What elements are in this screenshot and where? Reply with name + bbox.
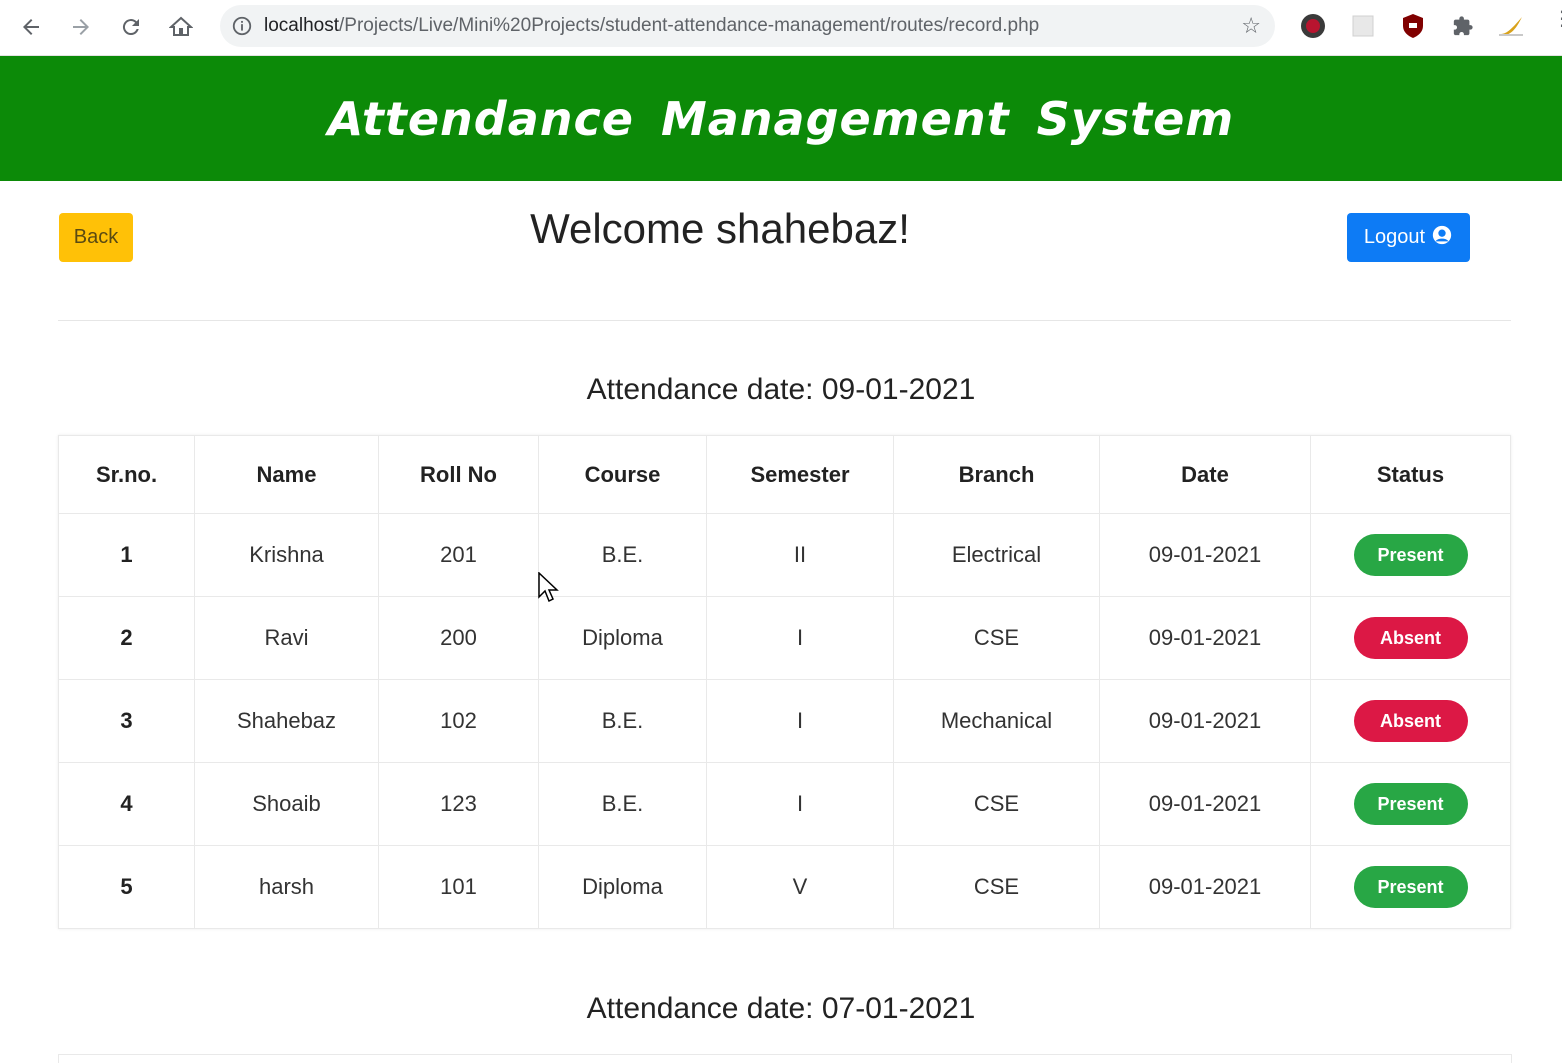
column-header: Semester: [706, 435, 894, 514]
branch-cell: CSE: [893, 762, 1100, 846]
address-bar[interactable]: localhost/Projects/Live/Mini%20Projects/…: [220, 5, 1275, 47]
roll-cell: 201: [378, 513, 539, 597]
status-badge: Absent: [1353, 617, 1468, 659]
table-row: 1 Krishna 201 B.E. II Electrical 09-01-2…: [58, 513, 1511, 597]
table-row: 4 Shoaib 123 B.E. I CSE 09-01-2021 Prese…: [58, 762, 1511, 846]
date-cell: 09-01-2021: [1099, 679, 1311, 763]
semester-cell: V: [706, 845, 894, 929]
name-cell: harsh: [194, 845, 379, 929]
welcome-heading: Welcome shahebaz!: [530, 205, 910, 252]
course-cell: Diploma: [538, 845, 707, 929]
roll-cell: 200: [378, 596, 539, 680]
table-row: 5 harsh 101 Diploma V CSE 09-01-2021 Pre…: [58, 845, 1511, 929]
sr-cell: 4: [58, 762, 195, 846]
info-icon[interactable]: [220, 15, 264, 37]
logout-button[interactable]: Logout: [1347, 213, 1470, 262]
roll-cell: 102: [378, 679, 539, 763]
column-header: Date: [1099, 435, 1311, 514]
logout-label: Logout: [1363, 226, 1426, 248]
browser-toolbar: localhost/Projects/Live/Mini%20Projects/…: [0, 0, 1562, 56]
semester-cell: I: [706, 596, 894, 680]
column-header: Roll No: [378, 435, 539, 514]
status-cell: Absent: [1310, 596, 1511, 680]
back-button[interactable]: Back: [59, 213, 133, 262]
date-cell: 09-01-2021: [1099, 513, 1311, 597]
reload-icon[interactable]: [113, 9, 149, 45]
home-icon[interactable]: [163, 9, 199, 45]
grid-extension-icon[interactable]: [1349, 12, 1377, 40]
section-title: Attendance date: 09-01-2021: [586, 373, 976, 406]
table-row: 3 Shahebaz 102 B.E. I Mechanical 09-01-2…: [58, 679, 1511, 763]
name-cell: Krishna: [194, 513, 379, 597]
status-cell: Present: [1310, 845, 1511, 929]
attendance-table: Sr.no. Name Roll No Course Semester Bran…: [58, 435, 1511, 929]
mouse-cursor-icon: [538, 571, 560, 608]
name-cell: Shahebaz: [194, 679, 379, 763]
roll-cell: 101: [378, 845, 539, 929]
semester-cell: I: [706, 679, 894, 763]
column-header: Course: [538, 435, 707, 514]
table-row: 2 Ravi 200 Diploma I CSE 09-01-2021 Abse…: [58, 596, 1511, 680]
status-badge: Present: [1353, 866, 1468, 908]
ublock-icon[interactable]: [1399, 12, 1427, 40]
column-header: Name: [194, 435, 379, 514]
column-header: Sr.no.: [58, 435, 195, 514]
back-arrow-icon[interactable]: [13, 9, 49, 45]
course-cell: B.E.: [538, 513, 707, 597]
course-cell: B.E.: [538, 762, 707, 846]
status-cell: Present: [1310, 513, 1511, 597]
header-banner: Attendance Management System: [0, 56, 1562, 181]
status-badge: Absent: [1353, 700, 1468, 742]
date-cell: 09-01-2021: [1099, 845, 1311, 929]
status-badge: Present: [1353, 783, 1468, 825]
pen-icon[interactable]: [1497, 12, 1525, 40]
url-path: /Projects/Live/Mini%20Projects/student-a…: [339, 15, 1040, 36]
divider: [58, 320, 1511, 321]
name-cell: Ravi: [194, 596, 379, 680]
date-cell: 09-01-2021: [1099, 762, 1311, 846]
sr-cell: 3: [58, 679, 195, 763]
semester-cell: I: [706, 762, 894, 846]
url-host: localhost: [264, 15, 339, 36]
url-text: localhost/Projects/Live/Mini%20Projects/…: [264, 15, 1039, 37]
user-circle-icon: [1431, 224, 1453, 252]
bookmark-star-icon[interactable]: ☆: [1241, 14, 1261, 39]
branch-cell: Electrical: [893, 513, 1100, 597]
sr-cell: 5: [58, 845, 195, 929]
branch-cell: CSE: [893, 596, 1100, 680]
puzzle-icon[interactable]: [1449, 12, 1477, 40]
semester-cell: II: [706, 513, 894, 597]
app-title: Attendance Management System: [327, 91, 1235, 146]
forward-arrow-icon[interactable]: [63, 9, 99, 45]
branch-cell: CSE: [893, 845, 1100, 929]
status-cell: Present: [1310, 762, 1511, 846]
course-cell: B.E.: [538, 679, 707, 763]
date-cell: 09-01-2021: [1099, 596, 1311, 680]
status-badge: Present: [1353, 534, 1468, 576]
table-header-row: Sr.no. Name Roll No Course Semester Bran…: [58, 435, 1511, 514]
branch-cell: Mechanical: [893, 679, 1100, 763]
k-extension-icon[interactable]: [1299, 12, 1327, 40]
course-cell: Diploma: [538, 596, 707, 680]
menu-dots-icon[interactable]: ⋮: [1552, 8, 1562, 28]
section-title: Attendance date: 07-01-2021: [586, 992, 976, 1025]
column-header: Status: [1310, 435, 1511, 514]
sr-cell: 1: [58, 513, 195, 597]
column-header: Branch: [893, 435, 1100, 514]
status-cell: Absent: [1310, 679, 1511, 763]
sr-cell: 2: [58, 596, 195, 680]
roll-cell: 123: [378, 762, 539, 846]
name-cell: Shoaib: [194, 762, 379, 846]
